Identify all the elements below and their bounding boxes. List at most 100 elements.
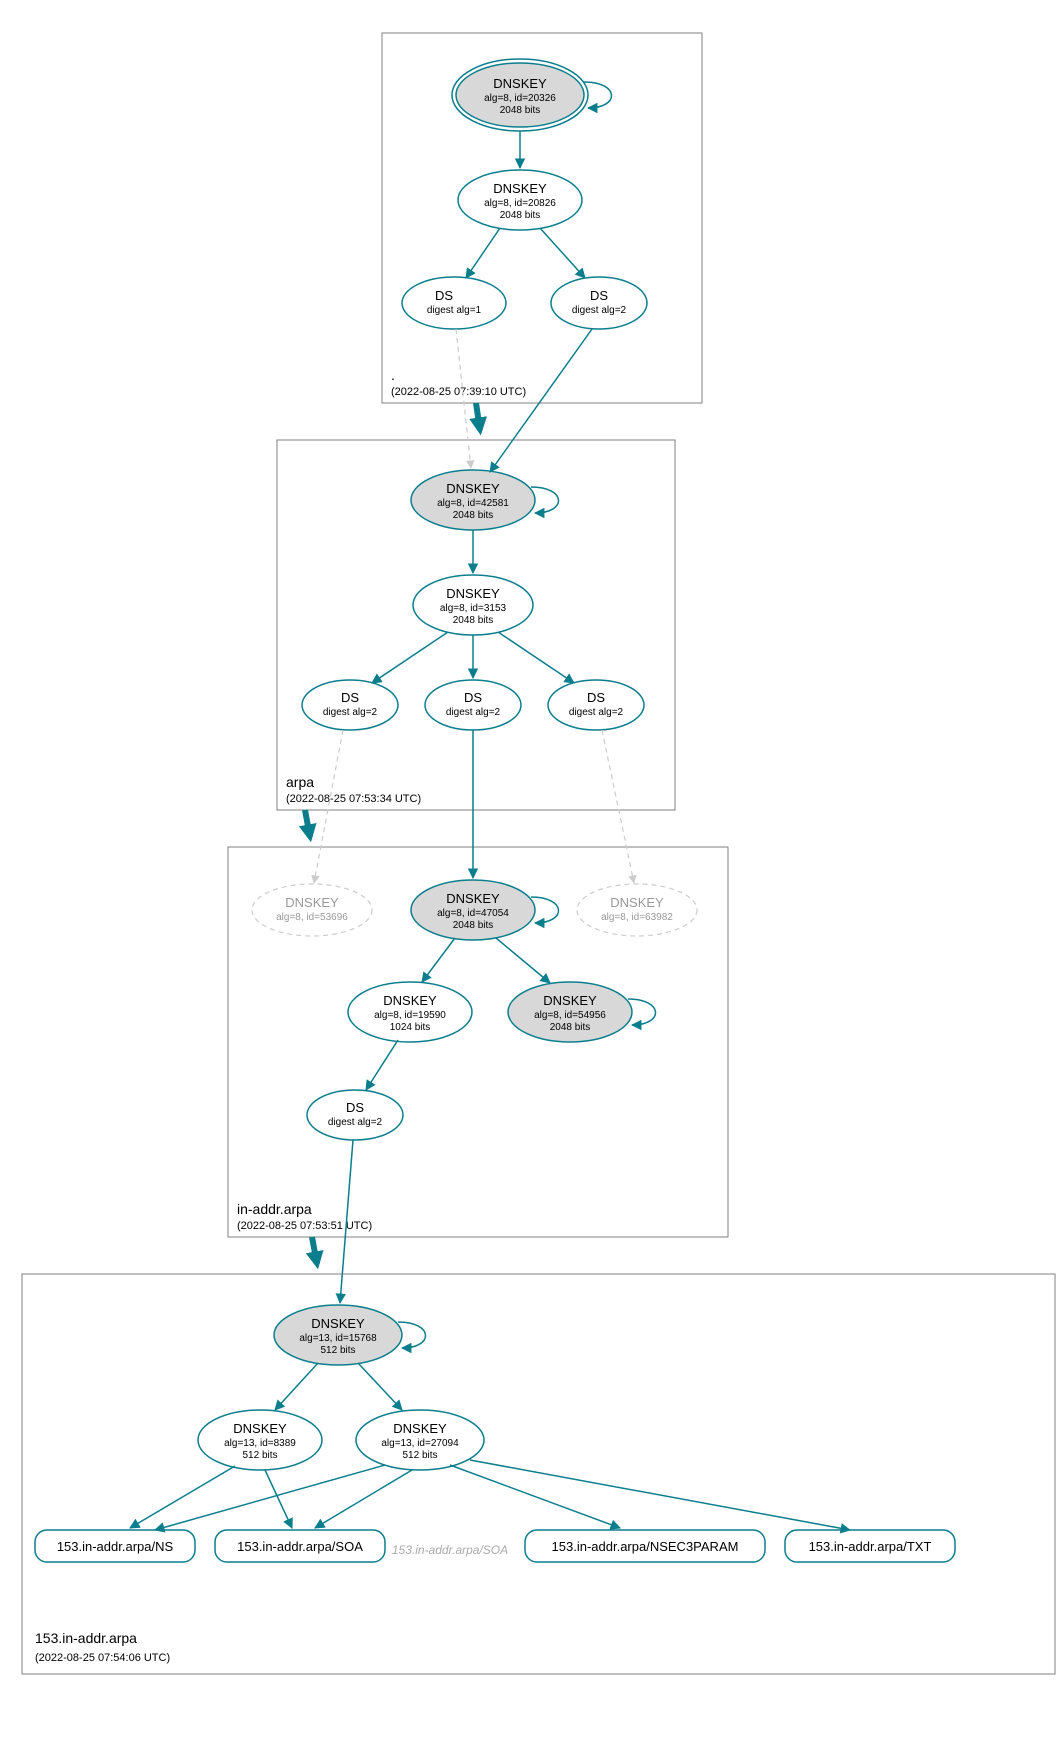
svg-text:512 bits: 512 bits <box>242 1450 277 1461</box>
node-in-grey2: DNSKEY alg=8, id=54956 2048 bits <box>508 982 632 1042</box>
edge <box>540 228 585 278</box>
zone-inaddr-label: in-addr.arpa <box>237 1201 312 1217</box>
svg-text:digest alg=2: digest alg=2 <box>323 707 378 718</box>
edge <box>265 1470 292 1528</box>
svg-text:DNSKEY: DNSKEY <box>285 895 339 910</box>
svg-text:alg=13, id=8389: alg=13, id=8389 <box>224 1438 296 1449</box>
svg-text:alg=8, id=20826: alg=8, id=20826 <box>484 198 556 209</box>
svg-text:2048 bits: 2048 bits <box>500 105 541 116</box>
delegation-arrow <box>305 810 310 837</box>
svg-text:DS: DS <box>587 690 605 705</box>
node-arpa-zsk: DNSKEY alg=8, id=3153 2048 bits <box>413 575 533 635</box>
node-arpa-ksk: DNSKEY alg=8, id=42581 2048 bits <box>411 470 535 530</box>
svg-text:512 bits: 512 bits <box>402 1450 437 1461</box>
edge <box>155 1465 385 1530</box>
delegation-arrow <box>476 403 480 430</box>
svg-text:alg=8, id=47054: alg=8, id=47054 <box>437 908 509 919</box>
svg-text:DS: DS <box>435 288 453 303</box>
rrset-soa-error: 153.in-addr.arpa/SOA <box>10 10 508 1557</box>
svg-text:digest alg=2: digest alg=2 <box>446 707 501 718</box>
svg-text:2048 bits: 2048 bits <box>550 1022 591 1033</box>
svg-text:digest alg=1: digest alg=1 <box>427 305 482 316</box>
zone-leaf-time: (2022-08-25 07:54:06 UTC) <box>35 1652 170 1664</box>
edge <box>496 938 550 983</box>
edge <box>470 1460 850 1530</box>
svg-text:DNSKEY: DNSKEY <box>543 993 597 1008</box>
svg-text:DS: DS <box>590 288 608 303</box>
svg-text:DNSKEY: DNSKEY <box>610 895 664 910</box>
node-leaf-zsk1: DNSKEY alg=13, id=8389 512 bits <box>198 1410 322 1470</box>
zone-root-label: . <box>391 367 395 383</box>
svg-text:153.in-addr.arpa/NS: 153.in-addr.arpa/NS <box>57 1539 174 1554</box>
svg-text:DNSKEY: DNSKEY <box>383 993 437 1008</box>
svg-text:DNSKEY: DNSKEY <box>393 1421 447 1436</box>
rrset-ns: 153.in-addr.arpa/NS <box>35 1530 195 1562</box>
svg-text:DNSKEY: DNSKEY <box>493 76 547 91</box>
svg-text:alg=8, id=3153: alg=8, id=3153 <box>440 603 507 614</box>
edge <box>372 632 448 683</box>
edge <box>314 730 343 883</box>
svg-text:2048 bits: 2048 bits <box>500 210 541 221</box>
svg-text:2048 bits: 2048 bits <box>453 510 494 521</box>
svg-text:alg=13, id=27094: alg=13, id=27094 <box>381 1438 459 1449</box>
svg-text:digest alg=2: digest alg=2 <box>572 305 627 316</box>
svg-text:DNSKEY: DNSKEY <box>446 891 500 906</box>
zone-root-time: (2022-08-25 07:39:10 UTC) <box>391 386 526 398</box>
zone-leaf-box <box>22 1274 1055 1674</box>
rrset-txt: 153.in-addr.arpa/TXT <box>785 1530 955 1562</box>
node-in-dim-r: DNSKEY alg=8, id=63982 <box>577 884 697 936</box>
svg-text:DS: DS <box>346 1100 364 1115</box>
node-leaf-ksk: DNSKEY alg=13, id=15768 512 bits <box>274 1305 402 1365</box>
node-root-zsk: DNSKEY alg=8, id=20826 2048 bits <box>458 170 582 230</box>
svg-text:alg=8, id=63982: alg=8, id=63982 <box>601 912 673 923</box>
node-leaf-zsk2: DNSKEY alg=13, id=27094 512 bits <box>356 1410 484 1470</box>
svg-text:DNSKEY: DNSKEY <box>311 1316 365 1331</box>
node-in-dim-l: DNSKEY alg=8, id=53696 <box>252 884 372 936</box>
node-in-ksk: DNSKEY alg=8, id=47054 2048 bits <box>411 880 535 940</box>
svg-text:digest alg=2: digest alg=2 <box>569 707 624 718</box>
node-root-ds1: DS digest alg=1 <box>10 10 506 329</box>
edge <box>466 228 500 278</box>
edge <box>366 1040 398 1090</box>
svg-text:DNSKEY: DNSKEY <box>446 586 500 601</box>
svg-text:153.in-addr.arpa/TXT: 153.in-addr.arpa/TXT <box>809 1539 932 1554</box>
node-arpa-ds-r: DS digest alg=2 <box>548 680 644 730</box>
svg-text:alg=8, id=53696: alg=8, id=53696 <box>276 912 348 923</box>
node-in-ds: DS digest alg=2 <box>307 1090 403 1140</box>
svg-text:153.in-addr.arpa/SOA: 153.in-addr.arpa/SOA <box>237 1539 363 1554</box>
svg-text:153.in-addr.arpa/SOA: 153.in-addr.arpa/SOA <box>392 1543 508 1557</box>
zone-arpa-time: (2022-08-25 07:53:34 UTC) <box>286 793 421 805</box>
edge <box>490 329 592 472</box>
node-root-ksk: DNSKEY alg=8, id=20326 2048 bits <box>452 59 588 131</box>
svg-text:DNSKEY: DNSKEY <box>233 1421 287 1436</box>
svg-text:1024 bits: 1024 bits <box>390 1022 431 1033</box>
edge <box>358 1363 402 1410</box>
svg-text:alg=8, id=19590: alg=8, id=19590 <box>374 1010 446 1021</box>
svg-text:DS: DS <box>341 690 359 705</box>
svg-text:alg=8, id=54956: alg=8, id=54956 <box>534 1010 606 1021</box>
zone-arpa-label: arpa <box>286 774 314 790</box>
node-arpa-ds-l: DS digest alg=2 <box>302 680 398 730</box>
zone-inaddr-time: (2022-08-25 07:53:51 UTC) <box>237 1220 372 1232</box>
edge <box>450 1465 620 1528</box>
svg-text:digest alg=2: digest alg=2 <box>328 1117 383 1128</box>
svg-text:alg=8, id=42581: alg=8, id=42581 <box>437 498 509 509</box>
zone-leaf-label: 153.in-addr.arpa <box>35 1630 137 1646</box>
svg-text:DNSKEY: DNSKEY <box>493 181 547 196</box>
edge <box>602 730 634 883</box>
node-arpa-ds-c: DS digest alg=2 <box>425 680 521 730</box>
svg-text:2048 bits: 2048 bits <box>453 615 494 626</box>
svg-text:153.in-addr.arpa/NSEC3PARAM: 153.in-addr.arpa/NSEC3PARAM <box>552 1539 739 1554</box>
edge <box>275 1363 318 1410</box>
svg-text:512 bits: 512 bits <box>320 1345 355 1356</box>
node-in-zsk: DNSKEY alg=8, id=19590 1024 bits <box>348 982 472 1042</box>
delegation-arrow <box>312 1237 317 1264</box>
rrset-soa: 153.in-addr.arpa/SOA <box>215 1530 385 1562</box>
edge <box>315 1470 412 1528</box>
edge <box>422 938 455 982</box>
svg-text:DNSKEY: DNSKEY <box>446 481 500 496</box>
svg-text:alg=13, id=15768: alg=13, id=15768 <box>299 1333 377 1344</box>
svg-text:alg=8, id=20326: alg=8, id=20326 <box>484 93 556 104</box>
edge <box>498 632 574 683</box>
rrset-nsec3param: 153.in-addr.arpa/NSEC3PARAM <box>525 1530 765 1562</box>
